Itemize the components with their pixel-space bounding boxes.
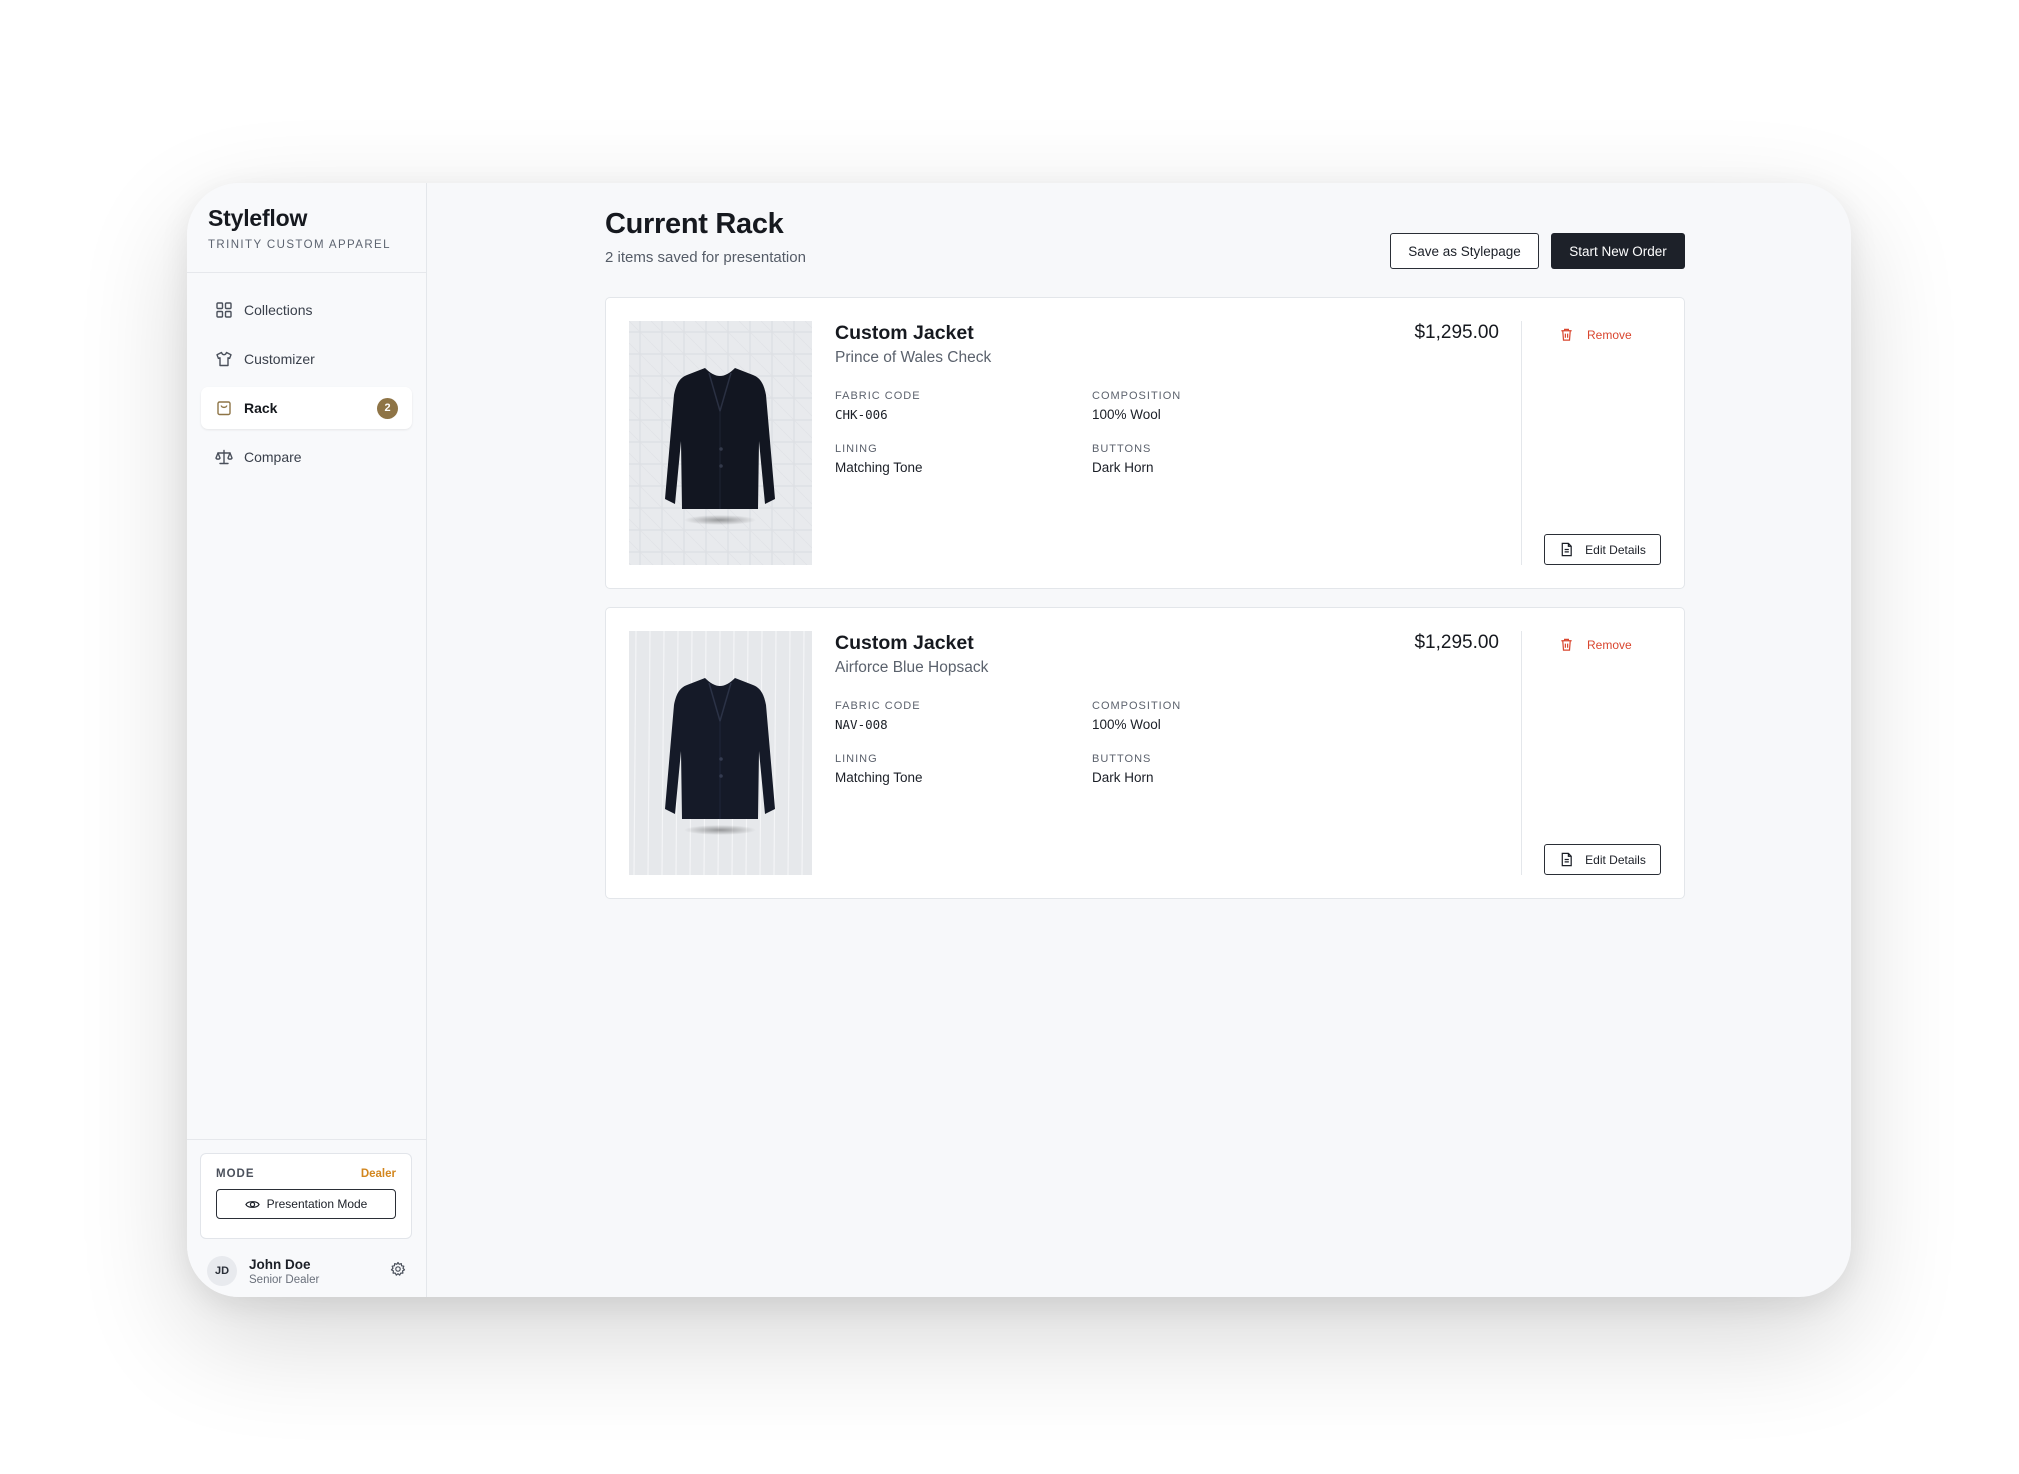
mode-panel: MODE Dealer Presentation Mode — [200, 1153, 412, 1239]
scale-icon — [215, 448, 233, 466]
edit-details-button[interactable]: Edit Details — [1544, 534, 1661, 565]
spec-composition: COMPOSITION 100% Wool — [1092, 390, 1182, 422]
sidebar-item-rack[interactable]: Rack 2 — [201, 387, 412, 429]
item-fabric-name: Airforce Blue Hopsack — [835, 659, 989, 676]
item-fabric-name: Prince of Wales Check — [835, 349, 992, 366]
user-profile: JD John Doe Senior Dealer — [207, 1256, 406, 1286]
bag-icon — [215, 399, 233, 417]
page-subtitle: 2 items saved for presentation — [605, 249, 806, 266]
app-window: Styleflow TRINITY CUSTOM APPAREL Collect… — [187, 183, 1851, 1297]
shirt-icon — [215, 350, 233, 368]
item-price: $1,295.00 — [1414, 322, 1499, 343]
avatar: JD — [207, 1256, 237, 1286]
mode-label: MODE — [216, 1168, 255, 1180]
grid-icon — [215, 301, 233, 319]
spec-composition: COMPOSITION 100% Wool — [1092, 700, 1182, 732]
remove-label: Remove — [1587, 637, 1632, 652]
spec-fabric-code: FABRIC CODE CHK-006 — [835, 390, 921, 422]
user-name: John Doe — [249, 1256, 311, 1272]
item-title: Custom Jacket — [835, 632, 974, 654]
eye-icon — [244, 1200, 260, 1208]
spec-buttons: BUTTONS Dark Horn — [1092, 443, 1154, 475]
remove-label: Remove — [1587, 327, 1632, 342]
card-divider — [1521, 321, 1522, 565]
document-icon — [1561, 852, 1572, 867]
edit-details-label: Edit Details — [1585, 852, 1646, 867]
page-title: Current Rack — [605, 208, 784, 240]
brand: Styleflow TRINITY CUSTOM APPAREL — [187, 183, 426, 273]
sidebar-item-customizer[interactable]: Customizer — [201, 338, 412, 380]
sidebar: Styleflow TRINITY CUSTOM APPAREL Collect… — [187, 183, 427, 1297]
document-icon — [1561, 542, 1572, 557]
rack-item-card: Custom Jacket Prince of Wales Check FABR… — [605, 297, 1685, 589]
sidebar-item-label: Compare — [244, 449, 302, 465]
spec-lining: LINING Matching Tone — [835, 443, 923, 475]
remove-button[interactable]: Remove — [1559, 637, 1632, 652]
brand-name: Styleflow — [208, 205, 308, 231]
spec-fabric-code: FABRIC CODE NAV-008 — [835, 700, 921, 732]
sidebar-item-label: Customizer — [244, 351, 315, 367]
sidebar-item-collections[interactable]: Collections — [201, 289, 412, 331]
card-divider — [1521, 631, 1522, 875]
brand-subtitle: TRINITY CUSTOM APPAREL — [208, 239, 391, 251]
sidebar-item-label: Rack — [244, 400, 278, 416]
sidebar-item-compare[interactable]: Compare — [201, 436, 412, 478]
item-price: $1,295.00 — [1414, 632, 1499, 653]
spec-lining: LINING Matching Tone — [835, 753, 923, 785]
rack-count-badge: 2 — [377, 397, 398, 419]
sidebar-item-label: Collections — [244, 302, 313, 318]
presentation-mode-button[interactable]: Presentation Mode — [216, 1189, 396, 1219]
jacket-image — [629, 631, 812, 875]
trash-icon — [1561, 638, 1572, 651]
user-role: Senior Dealer — [249, 1273, 320, 1286]
presentation-mode-label: Presentation Mode — [266, 1197, 368, 1211]
spec-buttons: BUTTONS Dark Horn — [1092, 753, 1154, 785]
jacket-image — [629, 321, 812, 565]
trash-icon — [1561, 328, 1572, 341]
main-content: Current Rack 2 items saved for presentat… — [427, 183, 1851, 1297]
stage: Styleflow TRINITY CUSTOM APPAREL Collect… — [0, 0, 2019, 1474]
edit-details-button[interactable]: Edit Details — [1544, 844, 1661, 875]
item-title: Custom Jacket — [835, 322, 974, 344]
mode-value: Dealer — [360, 1168, 396, 1180]
save-as-stylepage-button[interactable]: Save as Stylepage — [1390, 233, 1539, 269]
rack-item-card: Custom Jacket Airforce Blue Hopsack FABR… — [605, 607, 1685, 899]
sidebar-nav: Collections Customizer Rack 2 Compare — [187, 273, 426, 501]
sidebar-footer: MODE Dealer Presentation Mode JD John Do… — [187, 1139, 426, 1297]
edit-details-label: Edit Details — [1585, 542, 1646, 557]
gear-icon[interactable] — [390, 1261, 406, 1282]
remove-button[interactable]: Remove — [1559, 327, 1632, 342]
start-new-order-button[interactable]: Start New Order — [1551, 233, 1685, 269]
